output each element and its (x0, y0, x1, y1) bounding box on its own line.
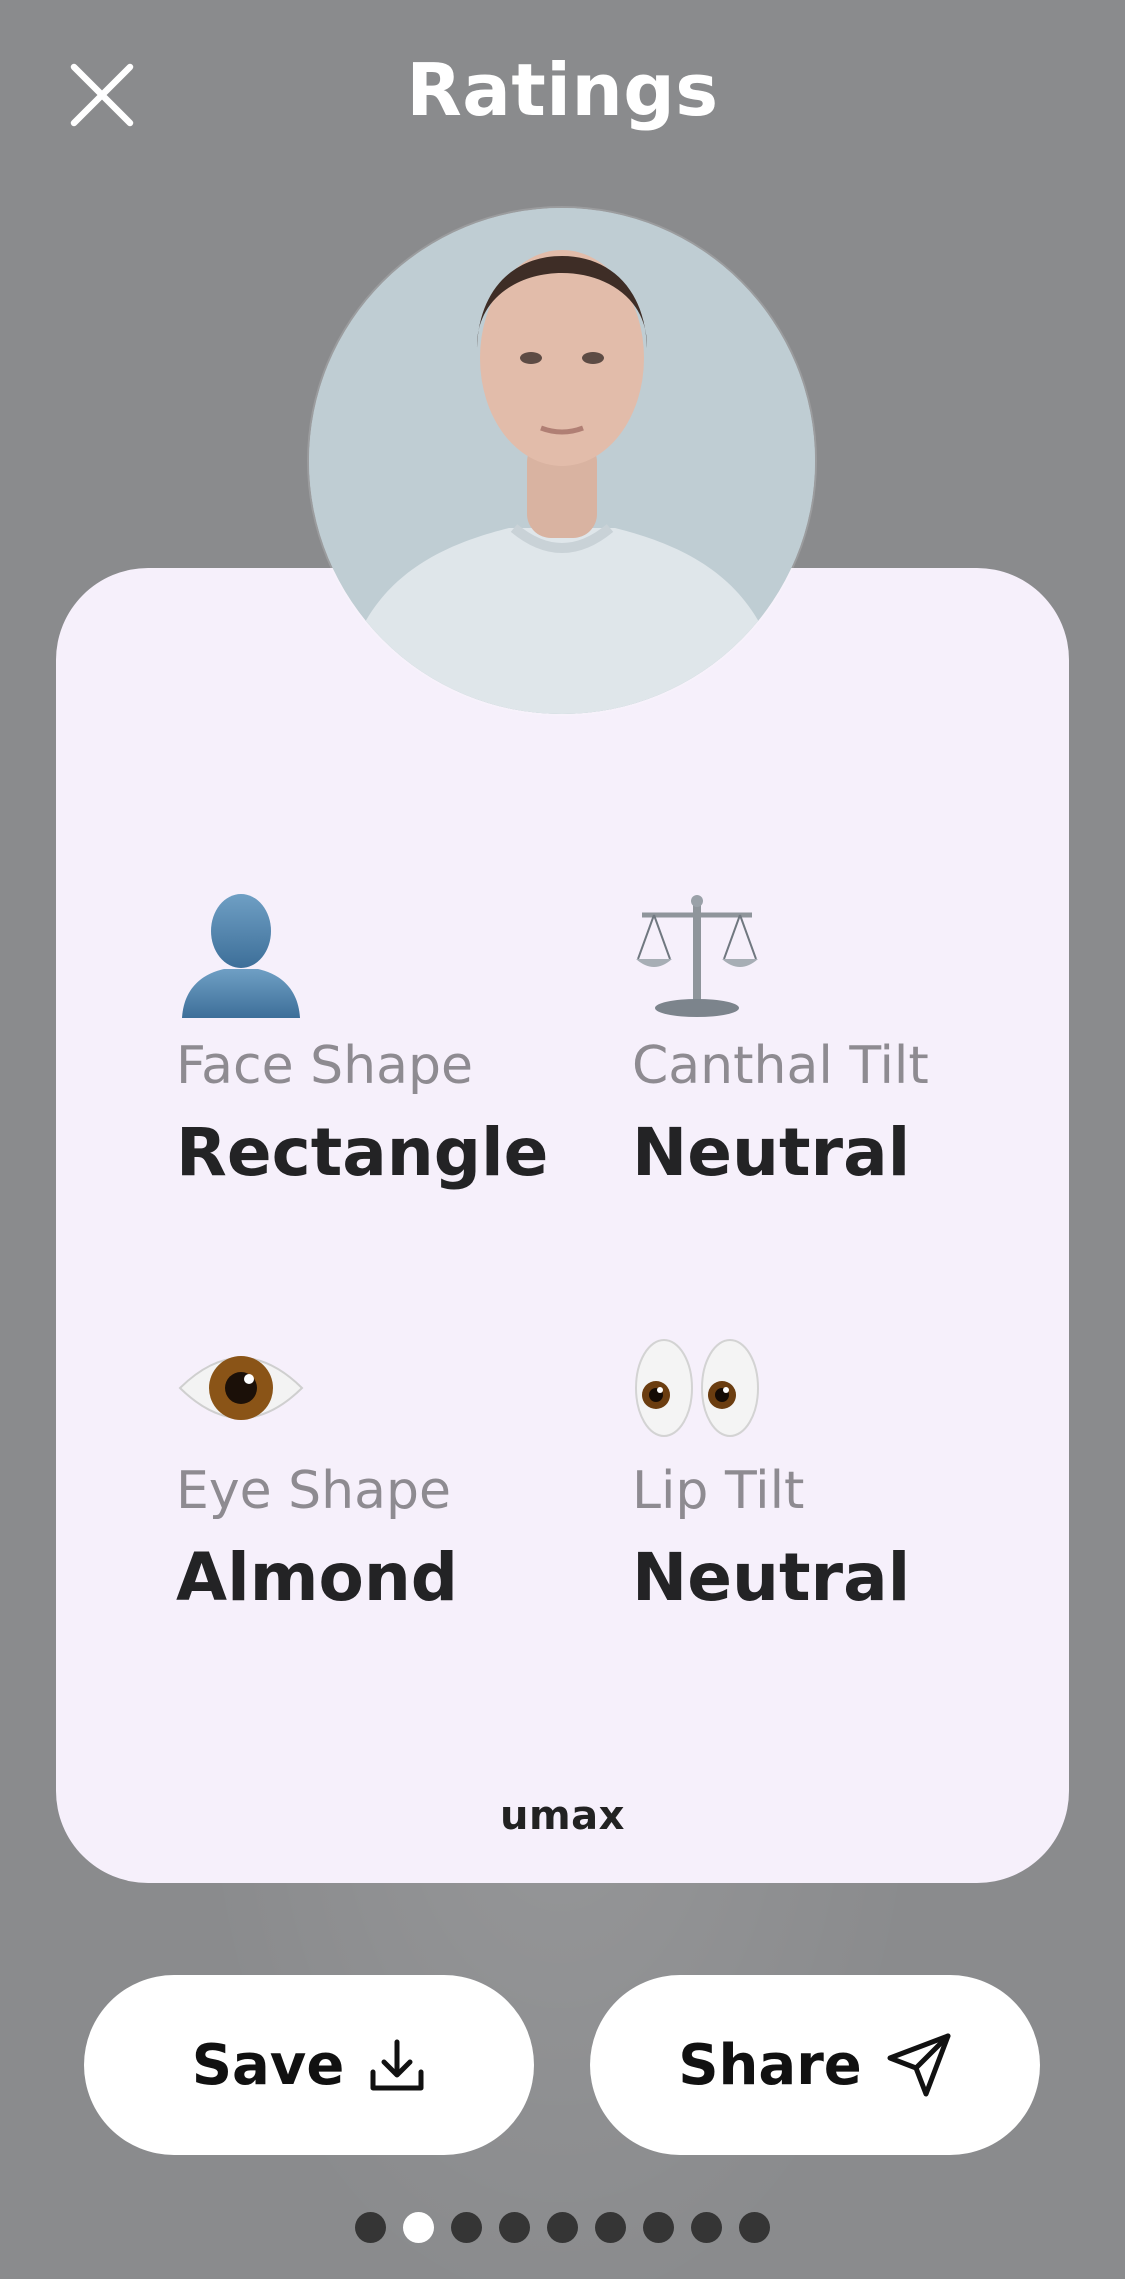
page-dot[interactable] (691, 2212, 722, 2243)
page-dot[interactable] (355, 2212, 386, 2243)
metric-value: Rectangle (176, 1114, 549, 1191)
ratings-card: Face Shape Rectangle Canthal Tilt Neutra… (56, 568, 1069, 1883)
page-dot[interactable] (595, 2212, 626, 2243)
metric-lip-tilt: Lip Tilt Neutral (632, 1313, 1052, 1616)
page-dot[interactable] (403, 2212, 434, 2243)
page-title: Ratings (406, 48, 719, 132)
metric-label: Lip Tilt (632, 1461, 805, 1521)
metric-eye-shape: Eye Shape Almond (176, 1313, 596, 1616)
metric-face-shape: Face Shape Rectangle (176, 888, 596, 1191)
page-dot[interactable] (643, 2212, 674, 2243)
metric-value: Almond (176, 1539, 459, 1616)
eyes-icon (632, 1313, 1052, 1443)
metric-label: Face Shape (176, 1036, 473, 1096)
metric-label: Eye Shape (176, 1461, 451, 1521)
eye-icon (176, 1313, 596, 1443)
send-icon (887, 2033, 951, 2097)
balance-scale-icon (632, 888, 1052, 1018)
page-indicator (0, 2212, 1125, 2243)
share-button[interactable]: Share (590, 1975, 1040, 2155)
share-label: Share (678, 2032, 862, 2098)
silhouette-icon (176, 888, 596, 1018)
metric-value: Neutral (632, 1539, 911, 1616)
download-icon (370, 2039, 424, 2091)
brand-watermark: umax (500, 1793, 625, 1839)
metric-label: Canthal Tilt (632, 1036, 929, 1096)
page-dot[interactable] (451, 2212, 482, 2243)
page-dot[interactable] (499, 2212, 530, 2243)
save-label: Save (191, 2032, 345, 2098)
metric-canthal-tilt: Canthal Tilt Neutral (632, 888, 1052, 1191)
page-dot[interactable] (547, 2212, 578, 2243)
save-button[interactable]: Save (84, 1975, 534, 2155)
metric-value: Neutral (632, 1114, 911, 1191)
page-dot[interactable] (739, 2212, 770, 2243)
profile-photo (309, 208, 815, 714)
